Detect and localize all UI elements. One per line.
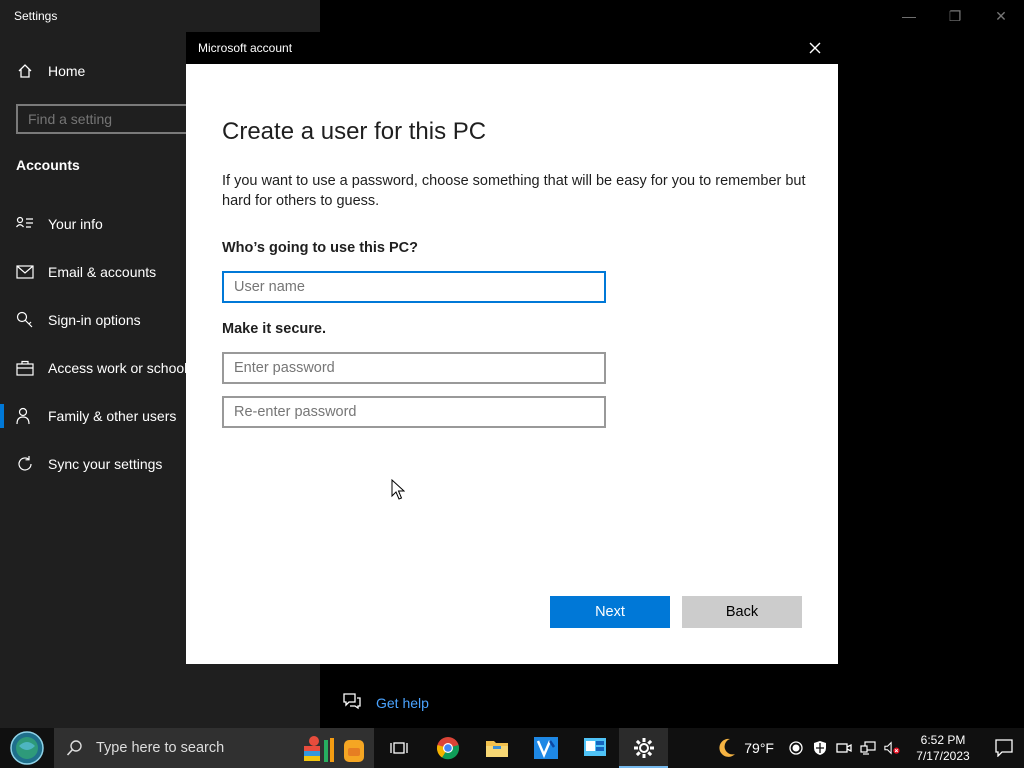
microsoft-account-dialog: Microsoft account Create a user for this… bbox=[186, 32, 838, 664]
close-window-button[interactable]: ✕ bbox=[978, 0, 1024, 32]
dialog-description: If you want to use a password, choose so… bbox=[222, 173, 806, 209]
window-title: Settings bbox=[14, 9, 58, 23]
taskbar-search-placeholder: Type here to search bbox=[96, 740, 225, 756]
settings-app[interactable] bbox=[619, 728, 668, 768]
moon-icon bbox=[719, 738, 736, 757]
camera-icon[interactable] bbox=[836, 740, 852, 756]
chat-help-icon bbox=[342, 692, 362, 713]
notification-icon bbox=[995, 739, 1013, 757]
taskbar-apps bbox=[374, 728, 668, 768]
briefcase-icon bbox=[16, 359, 34, 377]
sync-icon bbox=[16, 455, 34, 473]
clock-time: 6:52 PM bbox=[920, 733, 966, 747]
close-icon bbox=[809, 42, 821, 54]
back-button[interactable]: Back bbox=[682, 596, 802, 628]
chrome-icon bbox=[436, 737, 459, 760]
nav-item-label: Email & accounts bbox=[48, 264, 157, 280]
control-panel-icon bbox=[583, 738, 606, 756]
who-label: Who’s going to use this PC? bbox=[222, 240, 419, 256]
key-icon bbox=[16, 311, 34, 329]
window-controls: — ❐ ✕ bbox=[886, 0, 1024, 32]
record-icon[interactable] bbox=[788, 740, 804, 756]
nav-home[interactable]: Home bbox=[16, 62, 85, 80]
school-supplies-icon bbox=[304, 736, 364, 762]
system-tray: 79°F 6:52 PM 7/17/2023 bbox=[714, 728, 1024, 768]
task-view-button[interactable] bbox=[374, 728, 423, 768]
nav-item-label: Family & other users bbox=[48, 408, 177, 424]
dialog-titlebar: Microsoft account bbox=[186, 32, 838, 64]
nav-home-label: Home bbox=[48, 63, 86, 79]
dialog-heading: Create a user for this PC bbox=[222, 118, 487, 145]
start-orb-icon bbox=[10, 731, 44, 765]
video-editor-icon bbox=[533, 737, 558, 759]
section-title: Accounts bbox=[16, 157, 80, 173]
dialog-title: Microsoft account bbox=[198, 41, 293, 55]
restore-button[interactable]: ❐ bbox=[932, 0, 978, 32]
volume-muted-icon[interactable] bbox=[884, 740, 900, 756]
file-explorer-app[interactable] bbox=[472, 728, 521, 768]
start-button[interactable] bbox=[0, 728, 54, 768]
nav-item-label: Sign-in options bbox=[48, 312, 141, 328]
weather-widget[interactable]: 79°F bbox=[714, 736, 774, 760]
chrome-app[interactable] bbox=[423, 728, 472, 768]
taskbar-search-box[interactable]: Type here to search bbox=[54, 728, 374, 768]
person-add-icon bbox=[16, 407, 34, 425]
next-button[interactable]: Next bbox=[550, 596, 670, 628]
search-highlight-illustration bbox=[302, 732, 368, 764]
secure-label: Make it secure. bbox=[222, 321, 326, 337]
person-card-icon bbox=[16, 215, 34, 233]
taskbar: Type here to search 79°F 6:52 PM 7/17/20… bbox=[0, 728, 1024, 768]
network-icon[interactable] bbox=[860, 740, 876, 756]
gear-icon bbox=[633, 738, 654, 758]
password-input[interactable] bbox=[222, 352, 606, 384]
username-input[interactable] bbox=[222, 271, 606, 303]
clock-date: 7/17/2023 bbox=[916, 749, 970, 763]
action-center-button[interactable] bbox=[984, 728, 1024, 768]
dialog-close-button[interactable] bbox=[804, 37, 826, 59]
tray-icons bbox=[788, 740, 900, 756]
mouse-cursor-icon bbox=[391, 479, 405, 500]
nav-item-label: Access work or school bbox=[48, 360, 188, 376]
control-panel-app[interactable] bbox=[570, 728, 619, 768]
folder-icon bbox=[485, 741, 508, 757]
video-editor-app[interactable] bbox=[521, 728, 570, 768]
search-icon bbox=[66, 740, 82, 756]
nav-item-label: Sync your settings bbox=[48, 456, 163, 472]
task-view-icon bbox=[389, 742, 408, 754]
weather-temperature: 79°F bbox=[744, 740, 774, 756]
nav-item-label: Your info bbox=[48, 216, 103, 232]
mail-icon bbox=[16, 263, 34, 281]
minimize-button[interactable]: — bbox=[886, 0, 932, 32]
clock[interactable]: 6:52 PM 7/17/2023 bbox=[908, 732, 978, 764]
reenter-password-input[interactable] bbox=[222, 396, 606, 428]
defender-shield-icon[interactable] bbox=[812, 740, 828, 756]
home-icon bbox=[16, 62, 34, 80]
get-help-link[interactable]: Get help bbox=[342, 692, 429, 713]
get-help-label: Get help bbox=[376, 694, 429, 711]
